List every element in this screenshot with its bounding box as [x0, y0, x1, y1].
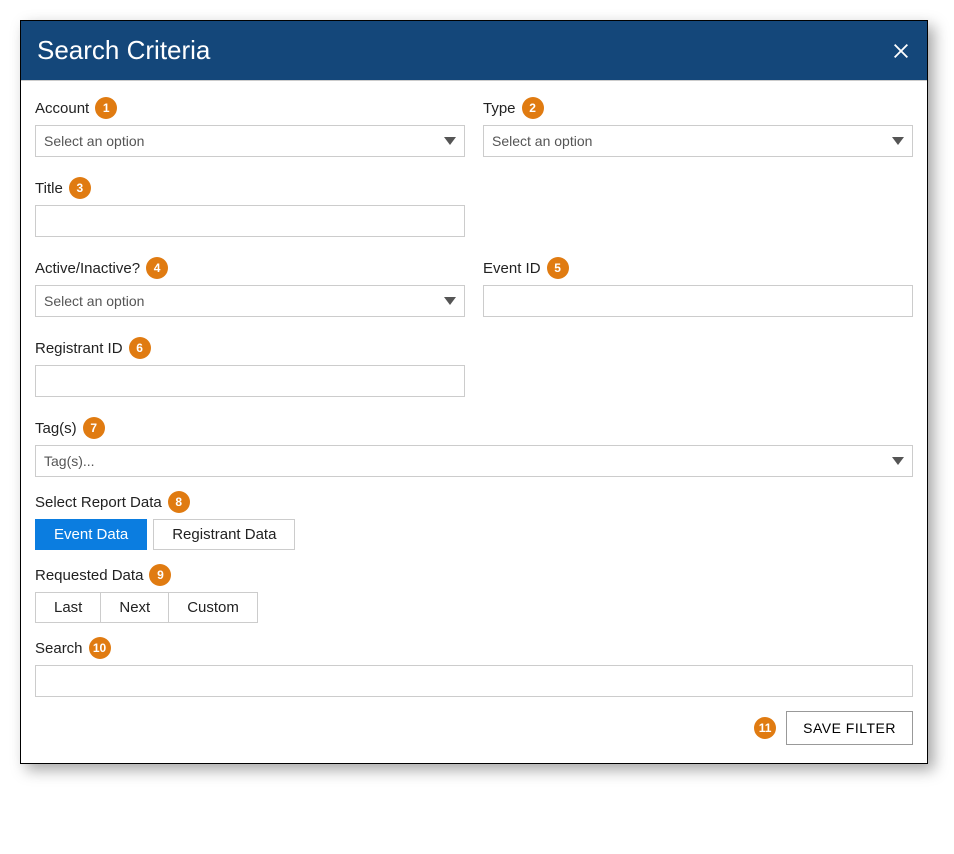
annotation-badge-2: 2	[522, 97, 544, 119]
type-label: Type	[483, 100, 516, 117]
requested-data-label: Requested Data	[35, 567, 143, 584]
active-select[interactable]: Select an option	[35, 285, 465, 317]
registrant-id-label: Registrant ID	[35, 340, 123, 357]
type-select[interactable]: Select an option	[483, 125, 913, 157]
custom-button[interactable]: Custom	[168, 592, 258, 623]
event-id-label: Event ID	[483, 260, 541, 277]
account-select[interactable]: Select an option	[35, 125, 465, 157]
annotation-badge-4: 4	[146, 257, 168, 279]
annotation-badge-9: 9	[149, 564, 171, 586]
close-button[interactable]	[891, 41, 911, 61]
next-button[interactable]: Next	[100, 592, 169, 623]
title-input[interactable]	[35, 205, 465, 237]
tags-select[interactable]: Tag(s)...	[35, 445, 913, 477]
registrant-id-input[interactable]	[35, 365, 465, 397]
title-label: Title	[35, 180, 63, 197]
event-data-button[interactable]: Event Data	[35, 519, 147, 550]
report-data-label: Select Report Data	[35, 494, 162, 511]
annotation-badge-7: 7	[83, 417, 105, 439]
search-label: Search	[35, 640, 83, 657]
requested-data-group: Last Next Custom	[35, 592, 258, 623]
annotation-badge-10: 10	[89, 637, 111, 659]
search-input[interactable]	[35, 665, 913, 697]
report-data-group: Event Data Registrant Data	[35, 519, 295, 550]
tags-label: Tag(s)	[35, 420, 77, 437]
modal-body: Account 1 Select an option Type 2 Select…	[21, 80, 927, 763]
annotation-badge-3: 3	[69, 177, 91, 199]
search-criteria-modal: Search Criteria Account 1 Select an opti…	[20, 20, 928, 764]
registrant-data-button[interactable]: Registrant Data	[153, 519, 295, 550]
modal-header: Search Criteria	[21, 21, 927, 80]
annotation-badge-5: 5	[547, 257, 569, 279]
annotation-badge-11: 11	[754, 717, 776, 739]
annotation-badge-1: 1	[95, 97, 117, 119]
active-label: Active/Inactive?	[35, 260, 140, 277]
modal-title: Search Criteria	[37, 35, 210, 66]
close-icon	[893, 43, 909, 59]
annotation-badge-8: 8	[168, 491, 190, 513]
footer-row: 11 SAVE FILTER	[35, 711, 913, 745]
account-label: Account	[35, 100, 89, 117]
save-filter-button[interactable]: SAVE FILTER	[786, 711, 913, 745]
event-id-input[interactable]	[483, 285, 913, 317]
last-button[interactable]: Last	[35, 592, 101, 623]
annotation-badge-6: 6	[129, 337, 151, 359]
